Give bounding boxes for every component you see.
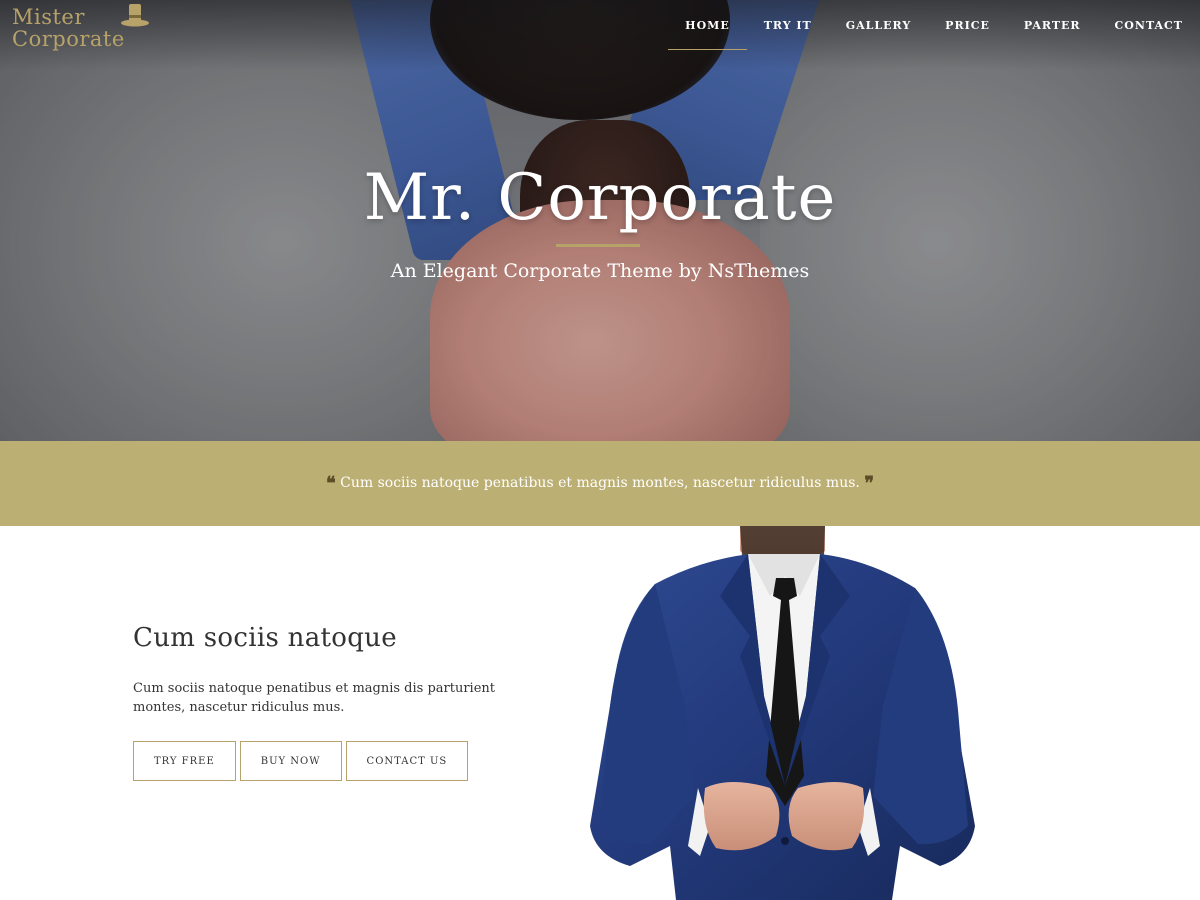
site-logo[interactable]: Mister Corporate xyxy=(12,2,162,50)
contact-us-button[interactable]: CONTACT US xyxy=(345,741,469,781)
main-nav: HOME TRY IT GALLERY PRICE PARTER CONTACT xyxy=(668,0,1200,50)
hero-subtitle: An Elegant Corporate Theme by NsThemes xyxy=(390,260,810,282)
nav-item-contact[interactable]: CONTACT xyxy=(1098,0,1200,50)
hero-section: Mister Corporate HOME TRY IT GALLERY PRI… xyxy=(0,0,1200,441)
logo-text-line1: Mister xyxy=(12,5,85,29)
quote-text: Cum sociis natoque penatibus et magnis m… xyxy=(340,475,860,491)
nav-item-parter[interactable]: PARTER xyxy=(1007,0,1098,50)
nav-item-home[interactable]: HOME xyxy=(668,0,747,50)
try-free-button[interactable]: TRY FREE xyxy=(133,741,236,781)
logo-text-line2: Corporate xyxy=(12,27,125,51)
nav-item-try-it[interactable]: TRY IT xyxy=(747,0,829,50)
businessman-illustration xyxy=(590,526,975,900)
hero-divider xyxy=(556,244,640,247)
quote-close-icon: ❞ xyxy=(864,473,874,494)
quote: ❝ Cum sociis natoque penatibus et magnis… xyxy=(0,473,1200,494)
nav-item-price[interactable]: PRICE xyxy=(928,0,1007,50)
hero-title: Mr. Corporate xyxy=(363,161,837,235)
top-hat-icon xyxy=(121,4,149,27)
nav-item-gallery[interactable]: GALLERY xyxy=(829,0,928,50)
buy-now-button[interactable]: BUY NOW xyxy=(239,741,342,781)
quote-band: ❝ Cum sociis natoque penatibus et magnis… xyxy=(0,441,1200,526)
cta-buttons: TRY FREE BUY NOW CONTACT US xyxy=(133,741,469,781)
feature-title: Cum sociis natoque xyxy=(133,623,397,653)
quote-open-icon: ❝ xyxy=(325,473,336,494)
feature-text: Cum sociis natoque penatibus et magnis d… xyxy=(133,681,496,715)
businessman-image xyxy=(580,526,980,900)
